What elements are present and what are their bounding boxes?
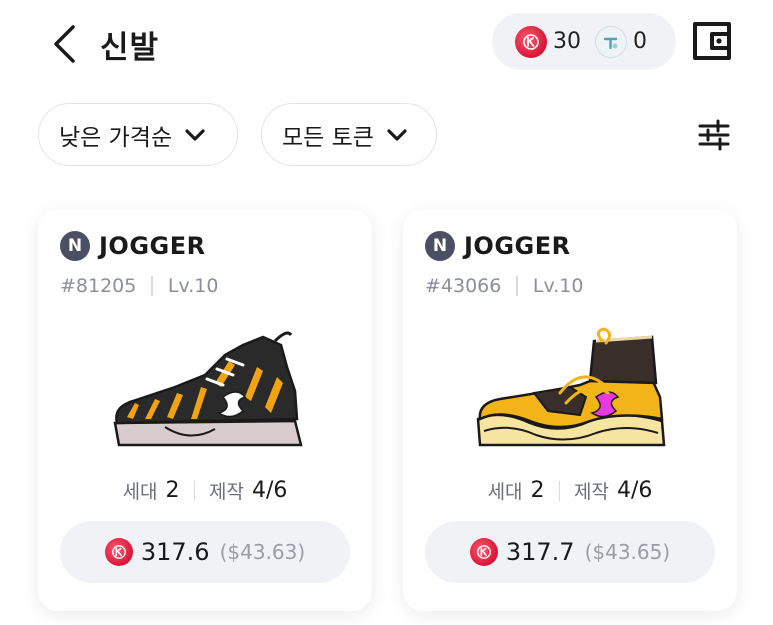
shoe-level: Lv.10 [167,275,219,297]
shoe-card[interactable]: N JOGGER #43066 Lv.10 세대 2 제작 4/6 317.7 … [403,209,737,611]
teal-token-icon [595,25,627,58]
generation-value: 2 [530,478,545,503]
chevron-down-icon [185,128,205,141]
card-header: N JOGGER [425,231,571,261]
craft-label: 제작 [209,481,245,503]
divider [516,276,518,296]
shoe-level: Lv.10 [532,275,584,297]
divider [558,480,561,501]
craft-label: 제작 [574,481,610,503]
craft-value: 4/6 [617,478,653,503]
rarity-badge: N [425,231,455,261]
generation-value: 2 [165,478,180,503]
price-pill: 317.6 ($43.63) [60,521,350,583]
balance-pill[interactable]: 30 0 [492,13,676,70]
header: 신발 30 0 [0,0,773,90]
shoe-type: JOGGER [464,232,571,260]
card-stats: 세대 2 제작 4/6 [403,477,737,504]
shoe-id: #43066 [425,275,502,297]
token-filter-button[interactable]: 모든 토큰 [261,103,437,166]
generation-label: 세대 [487,481,523,503]
generation-label: 세대 [122,481,158,503]
page-title: 신발 [100,30,160,66]
card-header: N JOGGER [60,231,206,261]
sort-filter-label: 낮은 가격순 [59,124,173,151]
token-filter-label: 모든 토큰 [282,124,374,151]
red-token-balance: 30 [553,29,581,54]
wallet-button[interactable] [690,18,736,64]
shoe-type: JOGGER [99,232,206,260]
price-pill: 317.7 ($43.65) [425,521,715,583]
sort-filter-button[interactable]: 낮은 가격순 [38,103,238,166]
sliders-icon [698,119,730,151]
red-token-icon [469,538,498,566]
craft-value: 4/6 [252,478,288,503]
wallet-icon [693,22,731,60]
red-token-icon [104,538,133,566]
red-token-icon [515,25,547,58]
card-meta: #81205 Lv.10 [60,275,218,297]
price-value: 317.6 [140,538,210,566]
shoe-card[interactable]: N JOGGER #81205 Lv.10 세대 2 제작 4/6 317.6 … [38,209,372,611]
price-value: 317.7 [505,538,575,566]
divider [193,480,196,501]
shoe-id: #81205 [60,275,137,297]
rarity-badge: N [60,231,90,261]
yellow-sock-sneaker-icon [476,327,666,447]
divider [151,276,153,296]
teal-token-balance: 0 [633,29,647,54]
chevron-down-icon [387,128,407,141]
card-meta: #43066 Lv.10 [425,275,583,297]
filter-settings-button[interactable] [696,118,732,152]
card-stats: 세대 2 제작 4/6 [38,477,372,504]
price-usd: ($43.63) [219,540,306,564]
chevron-left-icon [54,25,75,63]
tiger-sneaker-icon [113,331,303,447]
back-button[interactable] [44,22,84,66]
price-usd: ($43.65) [584,540,671,564]
